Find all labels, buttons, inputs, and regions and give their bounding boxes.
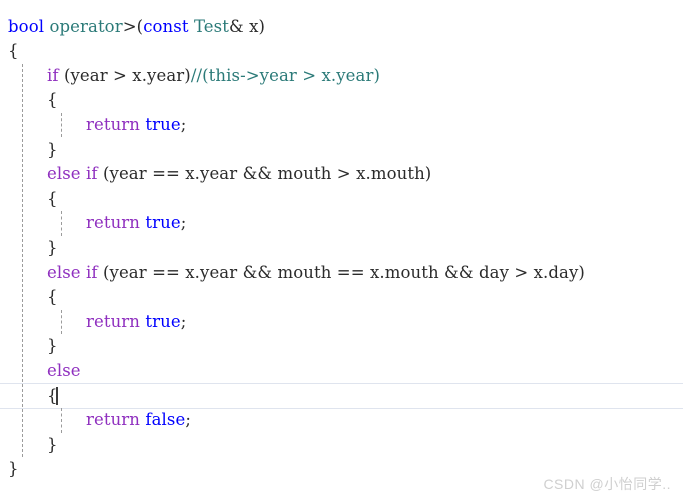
code-token: ; bbox=[185, 410, 192, 430]
code-token: (year > x.year) bbox=[58, 65, 191, 85]
text-caret bbox=[56, 386, 58, 406]
code-token: bool bbox=[8, 16, 45, 36]
code-line[interactable]: else if (year == x.year && mouth > x.mou… bbox=[0, 162, 683, 187]
code-line[interactable]: } bbox=[0, 334, 683, 359]
code-token: operator bbox=[49, 16, 123, 36]
code-line[interactable]: } bbox=[0, 138, 683, 163]
code-token: //(this->year > x.year) bbox=[190, 65, 380, 85]
code-token: return bbox=[86, 114, 141, 134]
code-line[interactable]: else bbox=[0, 359, 683, 384]
code-token: } bbox=[8, 459, 19, 479]
code-token: >( bbox=[122, 16, 144, 36]
code-line[interactable]: return false; bbox=[0, 408, 683, 433]
code-token: true bbox=[145, 311, 181, 331]
code-token: { bbox=[47, 287, 58, 307]
code-line[interactable]: { bbox=[0, 39, 683, 64]
code-line[interactable]: return true; bbox=[0, 211, 683, 236]
code-line[interactable]: return true; bbox=[0, 310, 683, 335]
code-token: { bbox=[47, 90, 58, 110]
code-token: else bbox=[47, 164, 81, 184]
code-line[interactable]: { bbox=[0, 384, 683, 409]
code-line[interactable]: { bbox=[0, 88, 683, 113]
code-token: (year == x.year && mouth > x.mouth) bbox=[97, 164, 432, 184]
code-token: false bbox=[145, 410, 186, 430]
code-token: true bbox=[145, 213, 181, 233]
code-token: ; bbox=[180, 311, 187, 331]
csdn-watermark: CSDN @小怡同学.. bbox=[543, 476, 671, 492]
code-line[interactable]: return true; bbox=[0, 113, 683, 138]
code-line[interactable]: { bbox=[0, 187, 683, 212]
code-token: & x) bbox=[228, 16, 266, 36]
code-token: const bbox=[143, 16, 189, 36]
code-token: { bbox=[47, 188, 58, 208]
code-token: return bbox=[86, 410, 141, 430]
code-line[interactable]: } bbox=[0, 433, 683, 458]
code-token: Test bbox=[193, 16, 229, 36]
code-token: else bbox=[47, 262, 81, 282]
code-token: else bbox=[47, 360, 81, 380]
code-token: } bbox=[47, 434, 58, 454]
code-token: (year == x.year && mouth == x.mouth && d… bbox=[97, 262, 585, 282]
code-token: true bbox=[145, 114, 181, 134]
code-token: } bbox=[47, 139, 58, 159]
code-token: if bbox=[86, 262, 98, 282]
code-line[interactable]: else if (year == x.year && mouth == x.mo… bbox=[0, 261, 683, 286]
code-token: if bbox=[86, 164, 98, 184]
code-editor[interactable]: bool operator>(const Test& x){if (year >… bbox=[0, 0, 683, 500]
code-token: return bbox=[86, 213, 141, 233]
code-token: ; bbox=[180, 114, 187, 134]
code-line[interactable]: { bbox=[0, 285, 683, 310]
code-token: ; bbox=[180, 213, 187, 233]
code-line[interactable]: bool operator>(const Test& x) bbox=[0, 15, 683, 40]
code-token: { bbox=[8, 41, 19, 61]
code-token: return bbox=[86, 311, 141, 331]
code-token: } bbox=[47, 336, 58, 356]
code-token: if bbox=[47, 65, 59, 85]
code-line[interactable]: if (year > x.year)//(this->year > x.year… bbox=[0, 64, 683, 89]
code-token: } bbox=[47, 237, 58, 257]
code-line[interactable]: } bbox=[0, 236, 683, 261]
